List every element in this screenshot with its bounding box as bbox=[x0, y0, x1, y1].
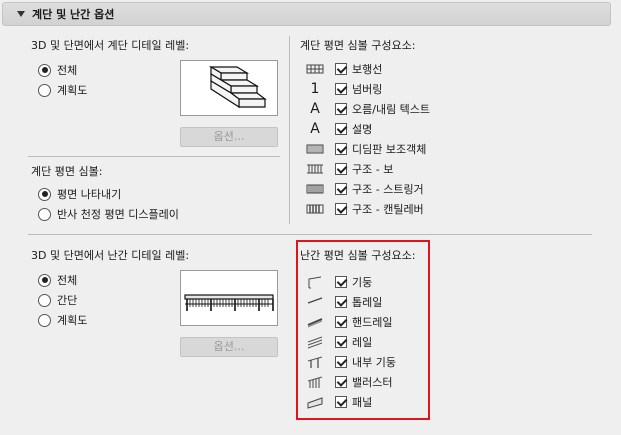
structure-beam-icon bbox=[305, 161, 325, 177]
stair-plan-symbol-label: 계단 평면 심볼: bbox=[31, 165, 103, 178]
stair-plan-option-plan[interactable]: 평면 나타내기 bbox=[38, 184, 179, 204]
component-label: 보행선 bbox=[352, 63, 383, 76]
radio-label: 전체 bbox=[57, 64, 78, 77]
checkbox[interactable] bbox=[335, 183, 347, 195]
component-label: 넘버링 bbox=[352, 83, 383, 96]
radio-label: 반사 천정 평면 디스플레이 bbox=[57, 208, 179, 221]
railing-preview bbox=[180, 270, 278, 326]
radio-button[interactable] bbox=[38, 83, 51, 97]
component-tread-accessory[interactable]: 디딤판 보조객체 bbox=[305, 139, 430, 159]
stair-detail-label: 3D 및 단면에서 계단 디테일 레벨: bbox=[31, 39, 190, 52]
railing-detail-option-schematic[interactable]: 계획도 bbox=[38, 310, 87, 330]
component-walking-line[interactable]: 보행선 bbox=[305, 59, 430, 79]
collapse-triangle-icon[interactable] bbox=[17, 11, 25, 17]
stair-preview bbox=[180, 60, 278, 116]
component-structure-beam[interactable]: 구조 - 보 bbox=[305, 159, 430, 179]
railing-3d-icon bbox=[184, 294, 274, 311]
stair-components-list: 보행선 1 넘버링 A 오름/내림 텍스트 A 설명 디딤판 보조객체 구조 -… bbox=[305, 59, 430, 219]
stair-detail-option-full[interactable]: 전체 bbox=[38, 60, 87, 80]
component-label: 구조 - 보 bbox=[352, 163, 394, 176]
component-label: 구조 - 스트링거 bbox=[352, 183, 424, 196]
radio-button[interactable] bbox=[38, 273, 51, 287]
radio-button[interactable] bbox=[38, 63, 51, 77]
text-a-icon: A bbox=[310, 101, 320, 117]
radio-label: 평면 나타내기 bbox=[57, 188, 122, 201]
component-structure-cantilever[interactable]: 구조 - 캔틸레버 bbox=[305, 199, 430, 219]
checkbox[interactable] bbox=[335, 83, 347, 95]
stair-detail-option-schematic[interactable]: 계획도 bbox=[38, 80, 87, 100]
structure-stringer-icon bbox=[305, 181, 325, 197]
radio-button[interactable] bbox=[38, 187, 51, 201]
component-structure-stringer[interactable]: 구조 - 스트링거 bbox=[305, 179, 430, 199]
component-label: 디딤판 보조객체 bbox=[352, 143, 427, 156]
component-label: 구조 - 캔틸레버 bbox=[352, 203, 424, 216]
component-label: 설명 bbox=[352, 123, 373, 136]
stair-options-button[interactable]: 옵션... bbox=[180, 127, 278, 147]
checkbox[interactable] bbox=[335, 63, 347, 75]
divider bbox=[28, 234, 592, 235]
railing-detail-option-simple[interactable]: 간단 bbox=[38, 290, 87, 310]
tread-accessory-icon bbox=[305, 141, 325, 157]
component-label: 오름/내림 텍스트 bbox=[352, 103, 431, 116]
divider bbox=[28, 156, 280, 157]
highlight-box bbox=[296, 240, 430, 420]
checkbox[interactable] bbox=[335, 163, 347, 175]
section-header[interactable]: 계단 및 난간 옵션 bbox=[2, 2, 611, 26]
stair-components-label: 계단 평면 심볼 구성요소: bbox=[300, 39, 416, 52]
stair-plan-option-rcp[interactable]: 반사 천정 평면 디스플레이 bbox=[38, 204, 179, 224]
structure-cantilever-icon bbox=[305, 201, 325, 217]
text-a-icon: A bbox=[310, 121, 320, 137]
radio-button[interactable] bbox=[38, 313, 51, 327]
divider bbox=[289, 36, 290, 224]
stair-3d-icon bbox=[208, 65, 267, 109]
railing-options-button[interactable]: 옵션... bbox=[180, 337, 278, 357]
radio-label: 계획도 bbox=[57, 84, 88, 97]
stair-detail-radio-group: 전체 계획도 bbox=[38, 60, 87, 100]
component-numbering[interactable]: 1 넘버링 bbox=[305, 79, 430, 99]
checkbox[interactable] bbox=[335, 143, 347, 155]
section-title: 계단 및 난간 옵션 bbox=[32, 8, 115, 21]
railing-detail-label: 3D 및 단면에서 난간 디테일 레벨: bbox=[31, 249, 190, 262]
checkbox[interactable] bbox=[335, 123, 347, 135]
numbering-icon: 1 bbox=[310, 81, 320, 97]
checkbox[interactable] bbox=[335, 103, 347, 115]
railing-detail-option-full[interactable]: 전체 bbox=[38, 270, 87, 290]
radio-button[interactable] bbox=[38, 293, 51, 307]
stair-plan-radio-group: 평면 나타내기 반사 천정 평면 디스플레이 bbox=[38, 184, 179, 224]
railing-detail-radio-group: 전체 간단 계획도 bbox=[38, 270, 87, 330]
walking-line-icon bbox=[305, 61, 325, 77]
component-updown-text[interactable]: A 오름/내림 텍스트 bbox=[305, 99, 430, 119]
radio-button[interactable] bbox=[38, 207, 51, 221]
component-description[interactable]: A 설명 bbox=[305, 119, 430, 139]
checkbox[interactable] bbox=[335, 203, 347, 215]
radio-label: 계획도 bbox=[57, 314, 88, 327]
radio-label: 전체 bbox=[57, 274, 78, 287]
radio-label: 간단 bbox=[57, 294, 78, 307]
